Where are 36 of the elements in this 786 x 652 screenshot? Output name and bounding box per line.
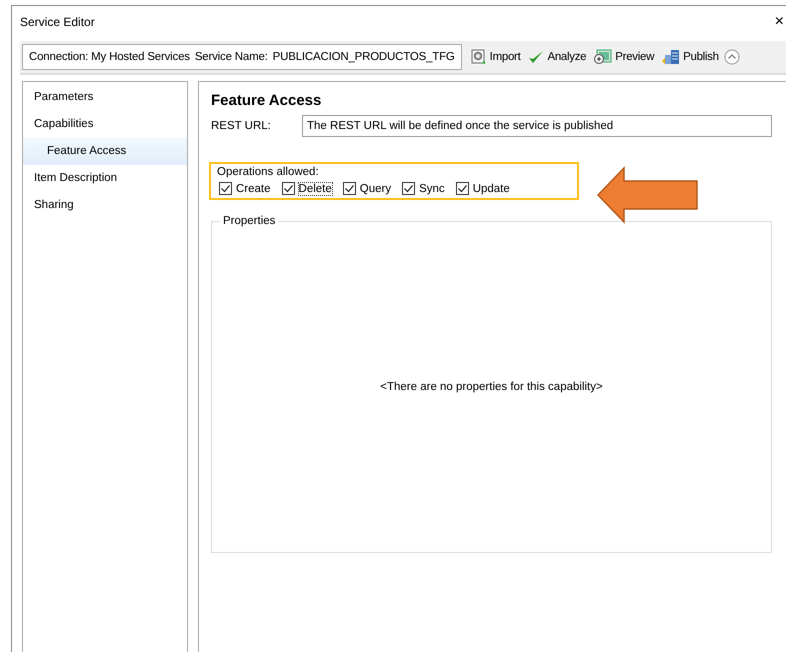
checkbox-label[interactable]: Create [236,182,271,194]
sidebar-item[interactable]: Capabilities [23,111,187,138]
checkbox[interactable] [402,182,416,195]
toolbar-button[interactable]: Preview [591,47,658,67]
server-icon [662,49,680,65]
sidebar-item[interactable]: Item Description [23,165,187,192]
section-heading: Feature Access [211,92,322,109]
chevron-up-icon [724,49,740,65]
service-name-label: Service Name: [194,51,268,63]
checkbox[interactable] [342,182,356,195]
checkbox[interactable] [282,182,295,195]
checkbox-label[interactable]: Query [360,182,392,194]
sidebar-item[interactable]: Feature Access [23,138,187,165]
service-name-text: PUBLICACION_PRODUCTOS_TFG [272,51,455,63]
toolbar-button[interactable]: Analyze [525,47,590,67]
sidebar-item[interactable]: Sharing [23,192,187,219]
connection-text: Connection: My Hosted Services [29,51,190,63]
checkmark-icon [528,49,544,65]
toolbar-button[interactable]: Import [468,47,524,67]
gear-document-icon [470,49,487,65]
window-title: Service Editor [20,14,95,28]
map-window-icon [594,49,612,65]
close-button[interactable]: × [774,12,786,30]
rest-url-field[interactable]: The REST URL will be defined once the service is published [302,115,772,137]
checkbox-label[interactable]: Sync [419,182,445,194]
checkbox[interactable] [456,182,469,195]
properties-legend: Properties [220,215,278,227]
checkbox-label[interactable]: Update [472,182,510,194]
rest-url-label: REST URL: [211,120,272,132]
checkbox[interactable] [219,182,232,195]
collapse-button[interactable] [724,49,740,65]
empty-message: <There are no properties for this capability> [380,381,603,393]
toolbar-button[interactable]: Publish [659,47,722,67]
sidebar-item[interactable]: Parameters [23,84,187,111]
checkbox-label[interactable]: Delete [298,182,332,194]
operations-label: Operations allowed: [217,166,320,178]
